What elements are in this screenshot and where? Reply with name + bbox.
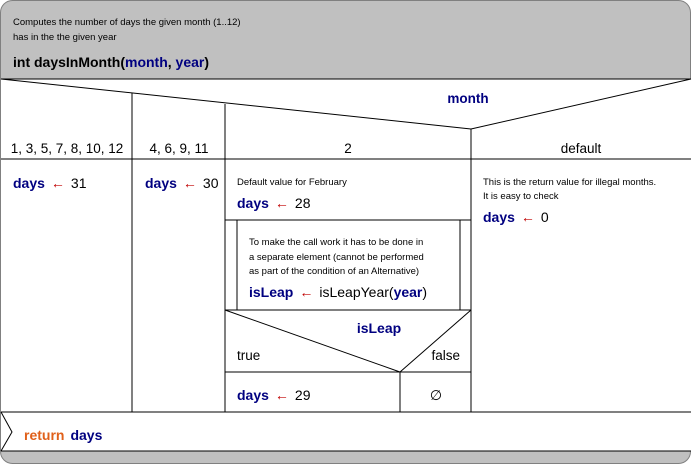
diagram-body: [1, 79, 691, 451]
case2-arrow: ←: [183, 175, 197, 191]
case4-comment-line-2: It is easy to check: [483, 191, 559, 202]
case-label-4: default: [561, 141, 602, 156]
true-var: days: [237, 387, 269, 403]
case4-value: 0: [541, 209, 549, 225]
call-assignment: isLeap ← isLeapYear(year): [249, 284, 427, 300]
call-fn: isLeapYear(: [319, 284, 394, 300]
case4-comment-line-1: This is the return value for illegal mon…: [483, 177, 656, 188]
case-label-1: 1, 3, 5, 7, 8, 10, 12: [11, 141, 124, 156]
signature-suffix: ): [204, 54, 209, 70]
call-comment-line-1: To make the call work it has to be done …: [249, 237, 423, 248]
case3-var: days: [237, 195, 269, 211]
call-arg: year: [394, 284, 423, 300]
case1-value: 31: [71, 175, 87, 191]
call-close: ): [422, 284, 427, 300]
param-month: month: [125, 54, 168, 70]
case4-arrow: ←: [521, 209, 535, 225]
case2-var: days: [145, 175, 177, 191]
param-year: year: [176, 54, 205, 70]
case3-arrow: ←: [275, 195, 289, 211]
switch-selector: month: [447, 91, 488, 106]
case1-var: days: [13, 175, 45, 191]
if-false-label: false: [431, 348, 460, 363]
signature-prefix: int daysInMonth(: [13, 54, 125, 70]
call-comment-line-3: as part of the condition of an Alternati…: [249, 266, 419, 277]
case2-value: 30: [203, 175, 219, 191]
case3-value: 28: [295, 195, 311, 211]
nassi-shneiderman-diagram: Computes the number of days the given mo…: [0, 0, 692, 464]
header-comment-line-1: Computes the number of days the given mo…: [13, 17, 241, 28]
true-value: 29: [295, 387, 311, 403]
true-arrow: ←: [275, 387, 289, 403]
return-var: days: [70, 427, 102, 443]
case-label-2: 4, 6, 9, 11: [149, 141, 208, 156]
return-keyword: return: [24, 427, 64, 443]
return-statement: return days: [24, 427, 103, 443]
if-true-label: true: [237, 348, 260, 363]
call-comment-line-2: a separate element (cannot be performed: [249, 252, 424, 263]
function-signature: int daysInMonth(month, year): [13, 54, 209, 70]
call-var: isLeap: [249, 284, 293, 300]
if-condition: isLeap: [357, 320, 401, 336]
param-separator: ,: [168, 54, 176, 70]
if-false-empty-symbol: ∅: [430, 387, 442, 403]
call-arrow: ←: [299, 284, 313, 300]
case3-comment: Default value for February: [237, 177, 347, 188]
case-label-3: 2: [344, 141, 352, 156]
case4-var: days: [483, 209, 515, 225]
case1-arrow: ←: [51, 175, 65, 191]
header-comment-line-2: has in the the given year: [13, 32, 117, 43]
